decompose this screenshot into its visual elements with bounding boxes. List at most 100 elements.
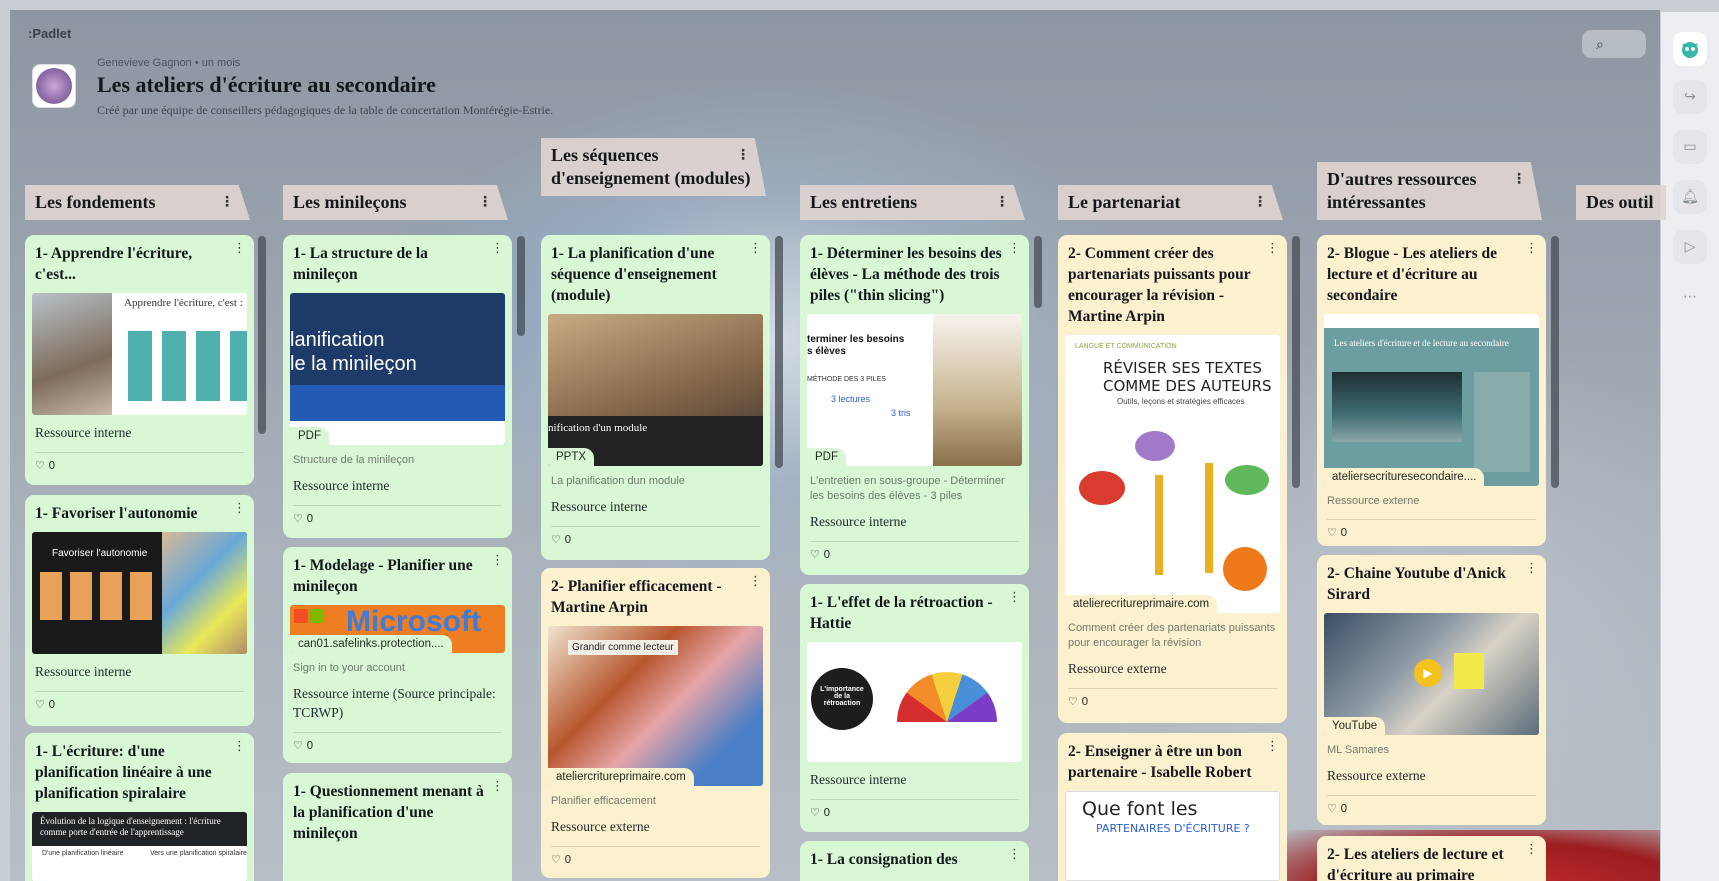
column-scrollbar[interactable]	[775, 236, 783, 468]
column-scrollbar[interactable]	[1034, 236, 1042, 308]
column-menu-icon[interactable]: ⋮	[1512, 168, 1526, 191]
avatar-icon[interactable]	[1673, 32, 1707, 66]
board-subtitle: Créé par une équipe de conseillers pédag…	[97, 103, 554, 117]
post-menu-icon[interactable]: ⋮	[1008, 590, 1021, 605]
post-thumbnail[interactable]: Les ateliers d'écriture et de lecture au…	[1324, 314, 1539, 486]
post-card[interactable]: 1- L'écriture: d'une planification linéa…	[25, 733, 254, 881]
post-menu-icon[interactable]: ⋮	[1008, 241, 1021, 256]
post-menu-icon[interactable]: ⋮	[749, 574, 762, 589]
bell-icon[interactable]: 🔔︎	[1673, 180, 1707, 214]
column-scrollbar[interactable]	[258, 236, 266, 434]
attachment-type-badge: PDF	[807, 448, 846, 466]
like-button[interactable]: ♡ 0	[35, 459, 244, 472]
slideshow-icon[interactable]: ▭	[1673, 130, 1707, 164]
search-button[interactable]: ⌕	[1582, 30, 1646, 58]
like-button[interactable]: ♡ 0	[293, 739, 502, 752]
like-button[interactable]: ♡ 0	[551, 853, 760, 866]
post-card[interactable]: 1- La planification d'une séquence d'ens…	[541, 235, 770, 560]
post-card[interactable]: 1- Apprendre l'écriture, c'est... ⋮ Appr…	[25, 235, 254, 485]
column-header-sequences[interactable]: Les séquences d'enseignement (modules) ⋮	[541, 138, 766, 196]
post-menu-icon[interactable]: ⋮	[491, 241, 504, 256]
post-card[interactable]: 1- Modelage - Planifier une minileçon ⋮ …	[283, 547, 512, 763]
post-menu-icon[interactable]: ⋮	[233, 501, 246, 516]
post-card[interactable]: 2- Comment créer des partenariats puissa…	[1058, 235, 1287, 723]
post-title: 1- Modelage - Planifier une minileçon	[293, 557, 473, 595]
column-scrollbar[interactable]	[517, 236, 525, 336]
post-card[interactable]: 1- Questionnement menant à la planificat…	[283, 773, 512, 881]
post-card[interactable]: 1- La structure de la minileçon ⋮ lanifi…	[283, 235, 512, 538]
column-header-entretiens[interactable]: Les entretiens ⋮	[800, 185, 1025, 220]
post-menu-icon[interactable]: ⋮	[491, 779, 504, 794]
column-title: D'autres ressources intéressantes	[1327, 169, 1477, 212]
post-title: 1- Questionnement menant à la planificat…	[293, 783, 484, 842]
like-button[interactable]: ♡ 0	[293, 512, 502, 525]
post-card[interactable]: 1- Favoriser l'autonomie ⋮ Favoriser l'a…	[25, 495, 254, 726]
like-button[interactable]: ♡ 0	[1327, 526, 1536, 539]
post-thumbnail[interactable]: lanification le la minileçon PDF	[290, 293, 505, 445]
post-menu-icon[interactable]: ⋮	[1266, 739, 1279, 754]
column-menu-icon[interactable]: ⋮	[478, 191, 492, 214]
post-thumbnail[interactable]: terminer les besoins s élèves MÉTHODE DE…	[807, 314, 1022, 466]
post-menu-icon[interactable]: ⋮	[1525, 842, 1538, 857]
column-scrollbar[interactable]	[1551, 236, 1559, 488]
post-thumbnail[interactable]: Microsoft can01.safelinks.protection....	[290, 605, 505, 653]
post-card[interactable]: 2- Planifier efficacement - Martine Arpi…	[541, 568, 770, 878]
column-title: Les fondements	[35, 192, 156, 212]
post-thumbnail[interactable]: L'importance de la rétroaction	[807, 642, 1022, 762]
attachment-caption: Sign in to your account	[293, 662, 405, 674]
post-menu-icon[interactable]: ⋮	[749, 241, 762, 256]
post-card[interactable]: 1- La consignation des ⋮	[800, 841, 1029, 881]
post-thumbnail[interactable]: Évolution de la logique d'enseignement :…	[32, 812, 247, 881]
post-thumbnail[interactable]: ▶ YouTube	[1324, 613, 1539, 735]
post-card[interactable]: 2- Blogue - Les ateliers de lecture et d…	[1317, 235, 1546, 546]
like-button[interactable]: ♡ 0	[551, 533, 760, 546]
post-description: Ressource interne	[293, 478, 390, 493]
post-card[interactable]: 1- L'effet de la rétroaction - Hattie ⋮ …	[800, 584, 1029, 832]
more-icon[interactable]: ⋯	[1673, 280, 1707, 314]
post-menu-icon[interactable]: ⋮	[491, 553, 504, 568]
column-header-autres[interactable]: D'autres ressources intéressantes ⋮	[1317, 162, 1542, 220]
like-button[interactable]: ♡ 0	[1068, 695, 1277, 708]
post-menu-icon[interactable]: ⋮	[1525, 241, 1538, 256]
post-title: 2- Chaine Youtube d'Anick Sirard	[1327, 565, 1507, 603]
post-title: 1- L'écriture: d'une planification linéa…	[35, 743, 212, 802]
post-thumbnail[interactable]: Favoriser l'autonomie	[32, 532, 247, 654]
column-header-minilecons[interactable]: Les minileçons ⋮	[283, 185, 508, 220]
attachment-caption: Ressource externe	[1327, 495, 1420, 507]
like-button[interactable]: ♡ 0	[1327, 802, 1536, 815]
share-icon[interactable]: ↪	[1673, 80, 1707, 114]
like-button[interactable]: ♡ 0	[810, 806, 1019, 819]
post-menu-icon[interactable]: ⋮	[1525, 561, 1538, 576]
post-card[interactable]: 2- Chaine Youtube d'Anick Sirard ⋮ ▶ You…	[1317, 555, 1546, 825]
post-menu-icon[interactable]: ⋮	[1008, 847, 1021, 862]
column-menu-icon[interactable]: ⋮	[1253, 191, 1267, 214]
column-scrollbar[interactable]	[1292, 236, 1300, 488]
padlet-logo[interactable]: :Padlet	[28, 26, 71, 41]
post-menu-icon[interactable]: ⋮	[1266, 241, 1279, 256]
post-menu-icon[interactable]: ⋮	[233, 739, 246, 754]
post-description: Ressource externe	[1327, 768, 1426, 783]
post-card[interactable]: 1- Déterminer les besoins des élèves - L…	[800, 235, 1029, 575]
post-card[interactable]: 2- Les ateliers de lecture et d'écriture…	[1317, 836, 1546, 881]
column-menu-icon[interactable]: ⋮	[736, 144, 750, 167]
post-thumbnail[interactable]: Grandir comme lecteur ateliercritureprim…	[548, 626, 763, 786]
video-play-icon[interactable]: ▶	[1414, 659, 1442, 687]
play-icon[interactable]: ▷	[1673, 230, 1707, 264]
post-title: 1- Apprendre l'écriture, c'est...	[35, 245, 193, 283]
post-title: 1- Favoriser l'autonomie	[35, 505, 198, 522]
post-thumbnail[interactable]: LANGUE ET COMMUNICATION RÉVISER SES TEXT…	[1065, 335, 1280, 613]
board-title: Les ateliers d'écriture au secondaire	[97, 72, 436, 97]
post-thumbnail[interactable]: nification d'un module PPTX	[548, 314, 763, 466]
post-title: 2- Blogue - Les ateliers de lecture et d…	[1327, 245, 1498, 304]
column-menu-icon[interactable]: ⋮	[995, 191, 1009, 214]
post-thumbnail[interactable]: Apprendre l'écriture, c'est :	[32, 293, 247, 415]
post-menu-icon[interactable]: ⋮	[233, 241, 246, 256]
like-button[interactable]: ♡ 0	[810, 548, 1019, 561]
column-header-outils[interactable]: Des outil	[1576, 185, 1666, 220]
like-button[interactable]: ♡ 0	[35, 698, 244, 711]
post-card[interactable]: 2- Enseigner à être un bon partenaire - …	[1058, 733, 1287, 881]
column-menu-icon[interactable]: ⋮	[220, 191, 234, 214]
post-thumbnail[interactable]: Que font les PARTENAIRES D'ÉCRITURE ?	[1065, 791, 1280, 881]
column-header-fondements[interactable]: Les fondements ⋮	[25, 185, 250, 220]
column-header-partenariat[interactable]: Le partenariat ⋮	[1058, 185, 1283, 220]
